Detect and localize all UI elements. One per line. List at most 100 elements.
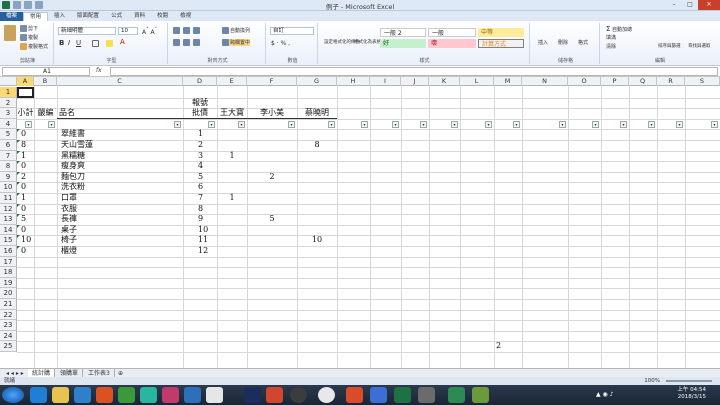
tab-view[interactable]: 檢視 bbox=[174, 12, 197, 21]
app-excel2-icon[interactable] bbox=[472, 387, 489, 403]
app-k2-icon[interactable] bbox=[162, 387, 179, 403]
row-header-24[interactable]: 24 bbox=[0, 330, 17, 342]
number-format-select[interactable]: 自訂 bbox=[270, 27, 314, 35]
row-header-8[interactable]: 8 bbox=[0, 161, 17, 172]
cell-subtotal[interactable]: 2 bbox=[21, 172, 26, 182]
zoom-slider[interactable] bbox=[666, 380, 712, 382]
app-blue-icon[interactable] bbox=[370, 387, 387, 403]
filter-dropdown-r[interactable]: ▾ bbox=[676, 120, 683, 128]
cell-subtotal[interactable]: 1 bbox=[21, 193, 26, 203]
cell-price[interactable]: 10 bbox=[198, 225, 208, 235]
fill-color-button[interactable] bbox=[106, 40, 114, 47]
cell-subtotal[interactable]: 0 bbox=[21, 225, 26, 235]
filter-dropdown-c[interactable]: ▾ bbox=[174, 120, 181, 128]
align-top-button[interactable] bbox=[173, 27, 181, 34]
align-left-button[interactable] bbox=[173, 39, 181, 46]
format-cells-button[interactable]: 格式 bbox=[578, 39, 588, 46]
cell-qty-person-3[interactable]: 8 bbox=[297, 140, 337, 150]
column-header-m[interactable]: M bbox=[494, 77, 522, 86]
filter-dropdown-i[interactable]: ▾ bbox=[392, 120, 399, 128]
row-header-7[interactable]: 7 bbox=[0, 150, 17, 162]
cell-item-name[interactable]: 衣服 bbox=[61, 204, 77, 214]
style-bad[interactable]: 壞 bbox=[428, 39, 476, 48]
style-calculation[interactable]: 計算方式 bbox=[478, 39, 524, 48]
excel-taskbar-icon[interactable] bbox=[394, 387, 411, 403]
cell-price[interactable]: 7 bbox=[198, 193, 203, 203]
currency-button[interactable]: $ · % , bbox=[271, 40, 290, 47]
column-header-a[interactable]: A bbox=[17, 77, 34, 86]
find-select-button[interactable]: 尋找與選取 bbox=[688, 43, 711, 49]
row-header-18[interactable]: 18 bbox=[0, 267, 17, 278]
row-header-23[interactable]: 23 bbox=[0, 320, 17, 331]
filter-dropdown-b[interactable]: ▾ bbox=[48, 120, 55, 128]
filter-dropdown-a[interactable]: ▾ bbox=[25, 120, 32, 128]
cell-qty-person-2[interactable]: 5 bbox=[247, 214, 297, 224]
align-right-button[interactable] bbox=[193, 39, 201, 46]
row-header-1[interactable]: 1 bbox=[0, 87, 17, 98]
wrap-text-button[interactable]: 自動換列 bbox=[222, 27, 250, 34]
row-header-22[interactable]: 22 bbox=[0, 309, 17, 321]
underline-button[interactable]: U bbox=[76, 39, 81, 47]
column-header-i[interactable]: I bbox=[370, 77, 401, 86]
worksheet-grid[interactable]: ABCDEFGHIJKLMNOPQRS 1 2 3 4 5 6 7 8 9 10 11 12 13 14 1… bbox=[0, 77, 720, 368]
column-header-r[interactable]: R bbox=[657, 77, 685, 86]
borders-button[interactable] bbox=[92, 40, 100, 47]
column-header-o[interactable]: O bbox=[568, 77, 601, 86]
row-header-25[interactable]: 25 bbox=[0, 341, 17, 352]
cell-subtotal[interactable]: 8 bbox=[21, 140, 26, 150]
tab-insert[interactable]: 插入 bbox=[48, 12, 71, 21]
app-green-icon[interactable] bbox=[448, 387, 465, 403]
row-header-20[interactable]: 20 bbox=[0, 288, 17, 299]
cell-item-name[interactable]: 翠維書 bbox=[61, 129, 85, 139]
active-cell-a1[interactable] bbox=[17, 87, 34, 98]
clear-button[interactable]: 清除 bbox=[606, 43, 616, 50]
filter-dropdown-l[interactable]: ▾ bbox=[485, 120, 492, 128]
cell-subtotal[interactable]: 0 bbox=[21, 182, 26, 192]
filter-dropdown-f[interactable]: ▾ bbox=[288, 120, 295, 128]
tray-icons[interactable]: ▲ ◉ ♪ bbox=[596, 391, 636, 399]
column-header-c[interactable]: C bbox=[57, 77, 183, 86]
cell-qty-person-2[interactable]: 2 bbox=[247, 172, 297, 182]
row-header-9[interactable]: 9 bbox=[0, 171, 17, 183]
cell-subtotal[interactable]: 0 bbox=[21, 246, 26, 256]
name-box[interactable]: A1 bbox=[2, 67, 90, 76]
copy-button[interactable]: 複製 bbox=[20, 34, 38, 41]
font-name-select[interactable]: 新細明體 bbox=[58, 27, 116, 35]
merge-center-button[interactable]: 跨欄置中 bbox=[222, 39, 251, 46]
cell-price[interactable]: 5 bbox=[198, 172, 203, 182]
app-window-icon[interactable] bbox=[206, 387, 223, 403]
clock[interactable]: 上午 04:54 2018/3/15 bbox=[677, 387, 706, 401]
filter-dropdown-d[interactable]: ▾ bbox=[208, 120, 215, 128]
align-bottom-button[interactable] bbox=[193, 27, 201, 34]
cell-item-name[interactable]: 麵包刀 bbox=[61, 172, 85, 182]
font-size-select[interactable]: 10 bbox=[118, 27, 138, 35]
row-header-6[interactable]: 6 bbox=[0, 140, 17, 151]
chrome-icon[interactable] bbox=[118, 387, 135, 403]
font-color-button[interactable]: A bbox=[120, 38, 125, 46]
cell-item-name[interactable]: 長褲 bbox=[61, 214, 77, 224]
app-orange-icon[interactable] bbox=[346, 387, 363, 403]
column-header-n[interactable]: N bbox=[522, 77, 568, 86]
tab-data[interactable]: 資料 bbox=[128, 12, 151, 21]
cell-price[interactable]: 2 bbox=[198, 140, 203, 150]
photoshop-icon[interactable] bbox=[244, 387, 261, 403]
cell-item-name[interactable]: 櫃燈 bbox=[61, 246, 77, 256]
cell-price[interactable]: 12 bbox=[198, 246, 208, 256]
cell-subtotal[interactable]: 0 bbox=[21, 129, 26, 139]
cell-item-name[interactable]: 黑糯糖 bbox=[61, 151, 85, 161]
app-round-icon[interactable] bbox=[290, 387, 307, 403]
tab-page-layout[interactable]: 版面配置 bbox=[71, 12, 105, 21]
tab-formulas[interactable]: 公式 bbox=[105, 12, 128, 21]
cell-price[interactable]: 4 bbox=[198, 161, 203, 171]
sort-filter-button[interactable]: 排序與篩選 bbox=[658, 43, 681, 49]
delete-cells-button[interactable]: 刪除 bbox=[558, 39, 568, 46]
formula-input[interactable] bbox=[110, 67, 718, 76]
app-red-icon[interactable] bbox=[266, 387, 283, 403]
minimize-button[interactable]: – bbox=[666, 0, 682, 10]
column-header-d[interactable]: D bbox=[183, 77, 217, 86]
grow-font-button[interactable]: A˄ A˅ bbox=[142, 27, 157, 36]
select-all-corner[interactable] bbox=[0, 77, 17, 86]
cell-qty-person-1[interactable]: 1 bbox=[217, 193, 247, 203]
cell-price[interactable]: 1 bbox=[198, 129, 203, 139]
row-header-5[interactable]: 5 bbox=[0, 129, 17, 140]
